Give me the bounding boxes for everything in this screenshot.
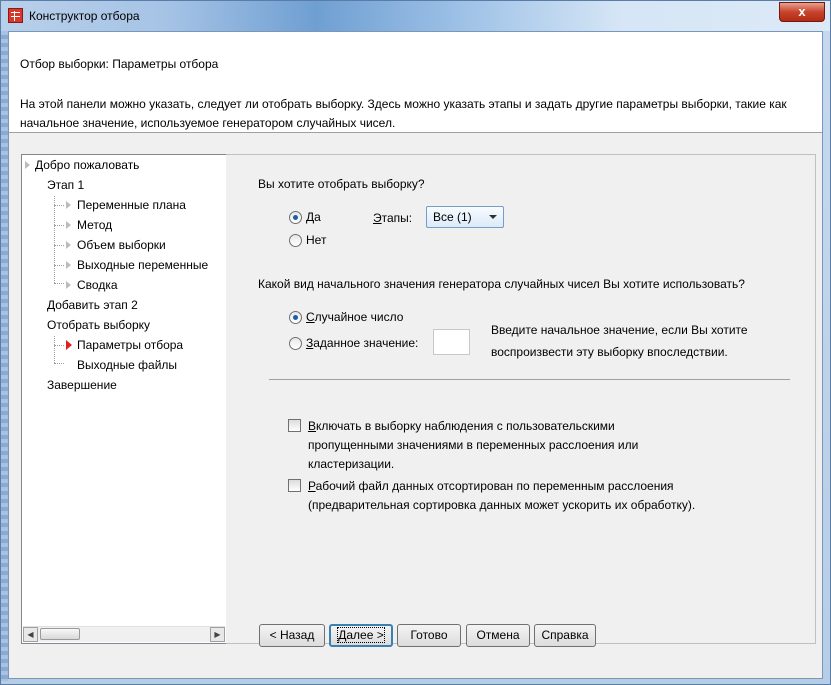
yes-label[interactable]: Да <box>306 208 321 226</box>
nav-item-method[interactable]: Метод <box>77 216 112 234</box>
collapsed-arrow-icon <box>25 161 30 169</box>
finish-button[interactable]: Готово <box>397 624 461 647</box>
include-missing-label[interactable]: Включать в выборку наблюдения с пользова… <box>308 417 615 435</box>
scroll-thumb[interactable] <box>40 628 80 640</box>
close-button[interactable]: x <box>779 2 825 22</box>
next-button[interactable]: Далее > <box>329 624 393 647</box>
sample-question: Вы хотите отобрать выборку? <box>258 177 425 191</box>
stages-dropdown[interactable]: Все (1) <box>426 206 504 228</box>
seed-hint-line2: воспроизвести эту выборку впоследствии. <box>491 345 728 359</box>
collapsed-arrow-icon <box>66 241 71 249</box>
stages-label: Этапы: <box>373 211 413 225</box>
wizard-header: Отбор выборки: Параметры отбора На этой … <box>9 32 822 132</box>
include-missing-line3: кластеризации. <box>308 457 395 471</box>
yes-radio[interactable] <box>289 211 302 224</box>
fixed-seed-label[interactable]: Заданное значение: <box>306 334 418 352</box>
nav-horizontal-scrollbar[interactable]: ◀ ▶ <box>23 626 225 642</box>
window-left-edge <box>1 31 8 681</box>
collapsed-arrow-icon <box>66 221 71 229</box>
page-description: На этой панели можно указать, следует ли… <box>20 97 787 130</box>
options-divider <box>269 379 790 380</box>
nav-item-stage1[interactable]: Этап 1 <box>47 176 84 194</box>
back-button[interactable]: < Назад <box>259 624 325 647</box>
cancel-button[interactable]: Отмена <box>466 624 530 647</box>
nav-item-selection-options[interactable]: Параметры отбора <box>77 336 183 354</box>
nav-item-sample-size[interactable]: Объем выборки <box>77 236 166 254</box>
page-title: Отбор выборки: Параметры отбора <box>20 57 219 71</box>
header-divider <box>9 132 822 133</box>
sorted-file-checkbox[interactable] <box>288 479 301 492</box>
include-missing-line2: пропущенными значениями в переменных рас… <box>308 438 639 452</box>
window-title: Конструктор отбора <box>29 9 140 23</box>
chevron-down-icon <box>489 215 497 219</box>
scroll-left-icon[interactable]: ◀ <box>23 627 38 642</box>
seed-question: Какой вид начального значения генератора… <box>258 277 745 291</box>
nav-item-output-files[interactable]: Выходные файлы <box>77 356 177 374</box>
nav-item-welcome[interactable]: Добро пожаловать <box>35 156 139 174</box>
sorted-file-label[interactable]: Рабочий файл данных отсортирован по пере… <box>308 477 674 495</box>
active-step-arrow-icon <box>66 340 72 350</box>
wizard-step-tree[interactable]: Добро пожаловать Этап 1 Переменные плана… <box>21 154 227 644</box>
collapsed-arrow-icon <box>66 201 71 209</box>
app-table-icon <box>8 8 23 23</box>
wizard-client: Отбор выборки: Параметры отбора На этой … <box>8 31 823 679</box>
no-radio[interactable] <box>289 234 302 247</box>
include-missing-checkbox[interactable] <box>288 419 301 432</box>
random-seed-label[interactable]: Случайное число <box>306 308 403 326</box>
fixed-seed-radio[interactable] <box>289 337 302 350</box>
nav-item-draw-sample[interactable]: Отобрать выборку <box>47 316 150 334</box>
stages-value: Все (1) <box>433 210 472 224</box>
wizard-window: Конструктор отбора x Отбор выборки: Пара… <box>0 0 831 685</box>
nav-item-output-vars[interactable]: Выходные переменные <box>77 256 208 274</box>
collapsed-arrow-icon <box>66 261 71 269</box>
nav-item-finish[interactable]: Завершение <box>47 376 117 394</box>
no-label[interactable]: Нет <box>306 231 326 249</box>
nav-item-summary[interactable]: Сводка <box>77 276 118 294</box>
help-button[interactable]: Справка <box>534 624 596 647</box>
seed-hint-line1: Введите начальное значение, если Вы хоти… <box>491 323 748 337</box>
sorted-file-line2: (предварительная сортировка данных может… <box>308 498 696 512</box>
nav-item-add-stage2[interactable]: Добавить этап 2 <box>47 296 138 314</box>
seed-value-input[interactable] <box>433 329 470 355</box>
nav-item-design-vars[interactable]: Переменные плана <box>77 196 186 214</box>
collapsed-arrow-icon <box>66 281 71 289</box>
random-seed-radio[interactable] <box>289 311 302 324</box>
scroll-right-icon[interactable]: ▶ <box>210 627 225 642</box>
options-panel: Вы хотите отобрать выборку? Да Нет Этапы… <box>226 154 816 644</box>
title-bar[interactable]: Конструктор отбора x <box>1 1 830 31</box>
